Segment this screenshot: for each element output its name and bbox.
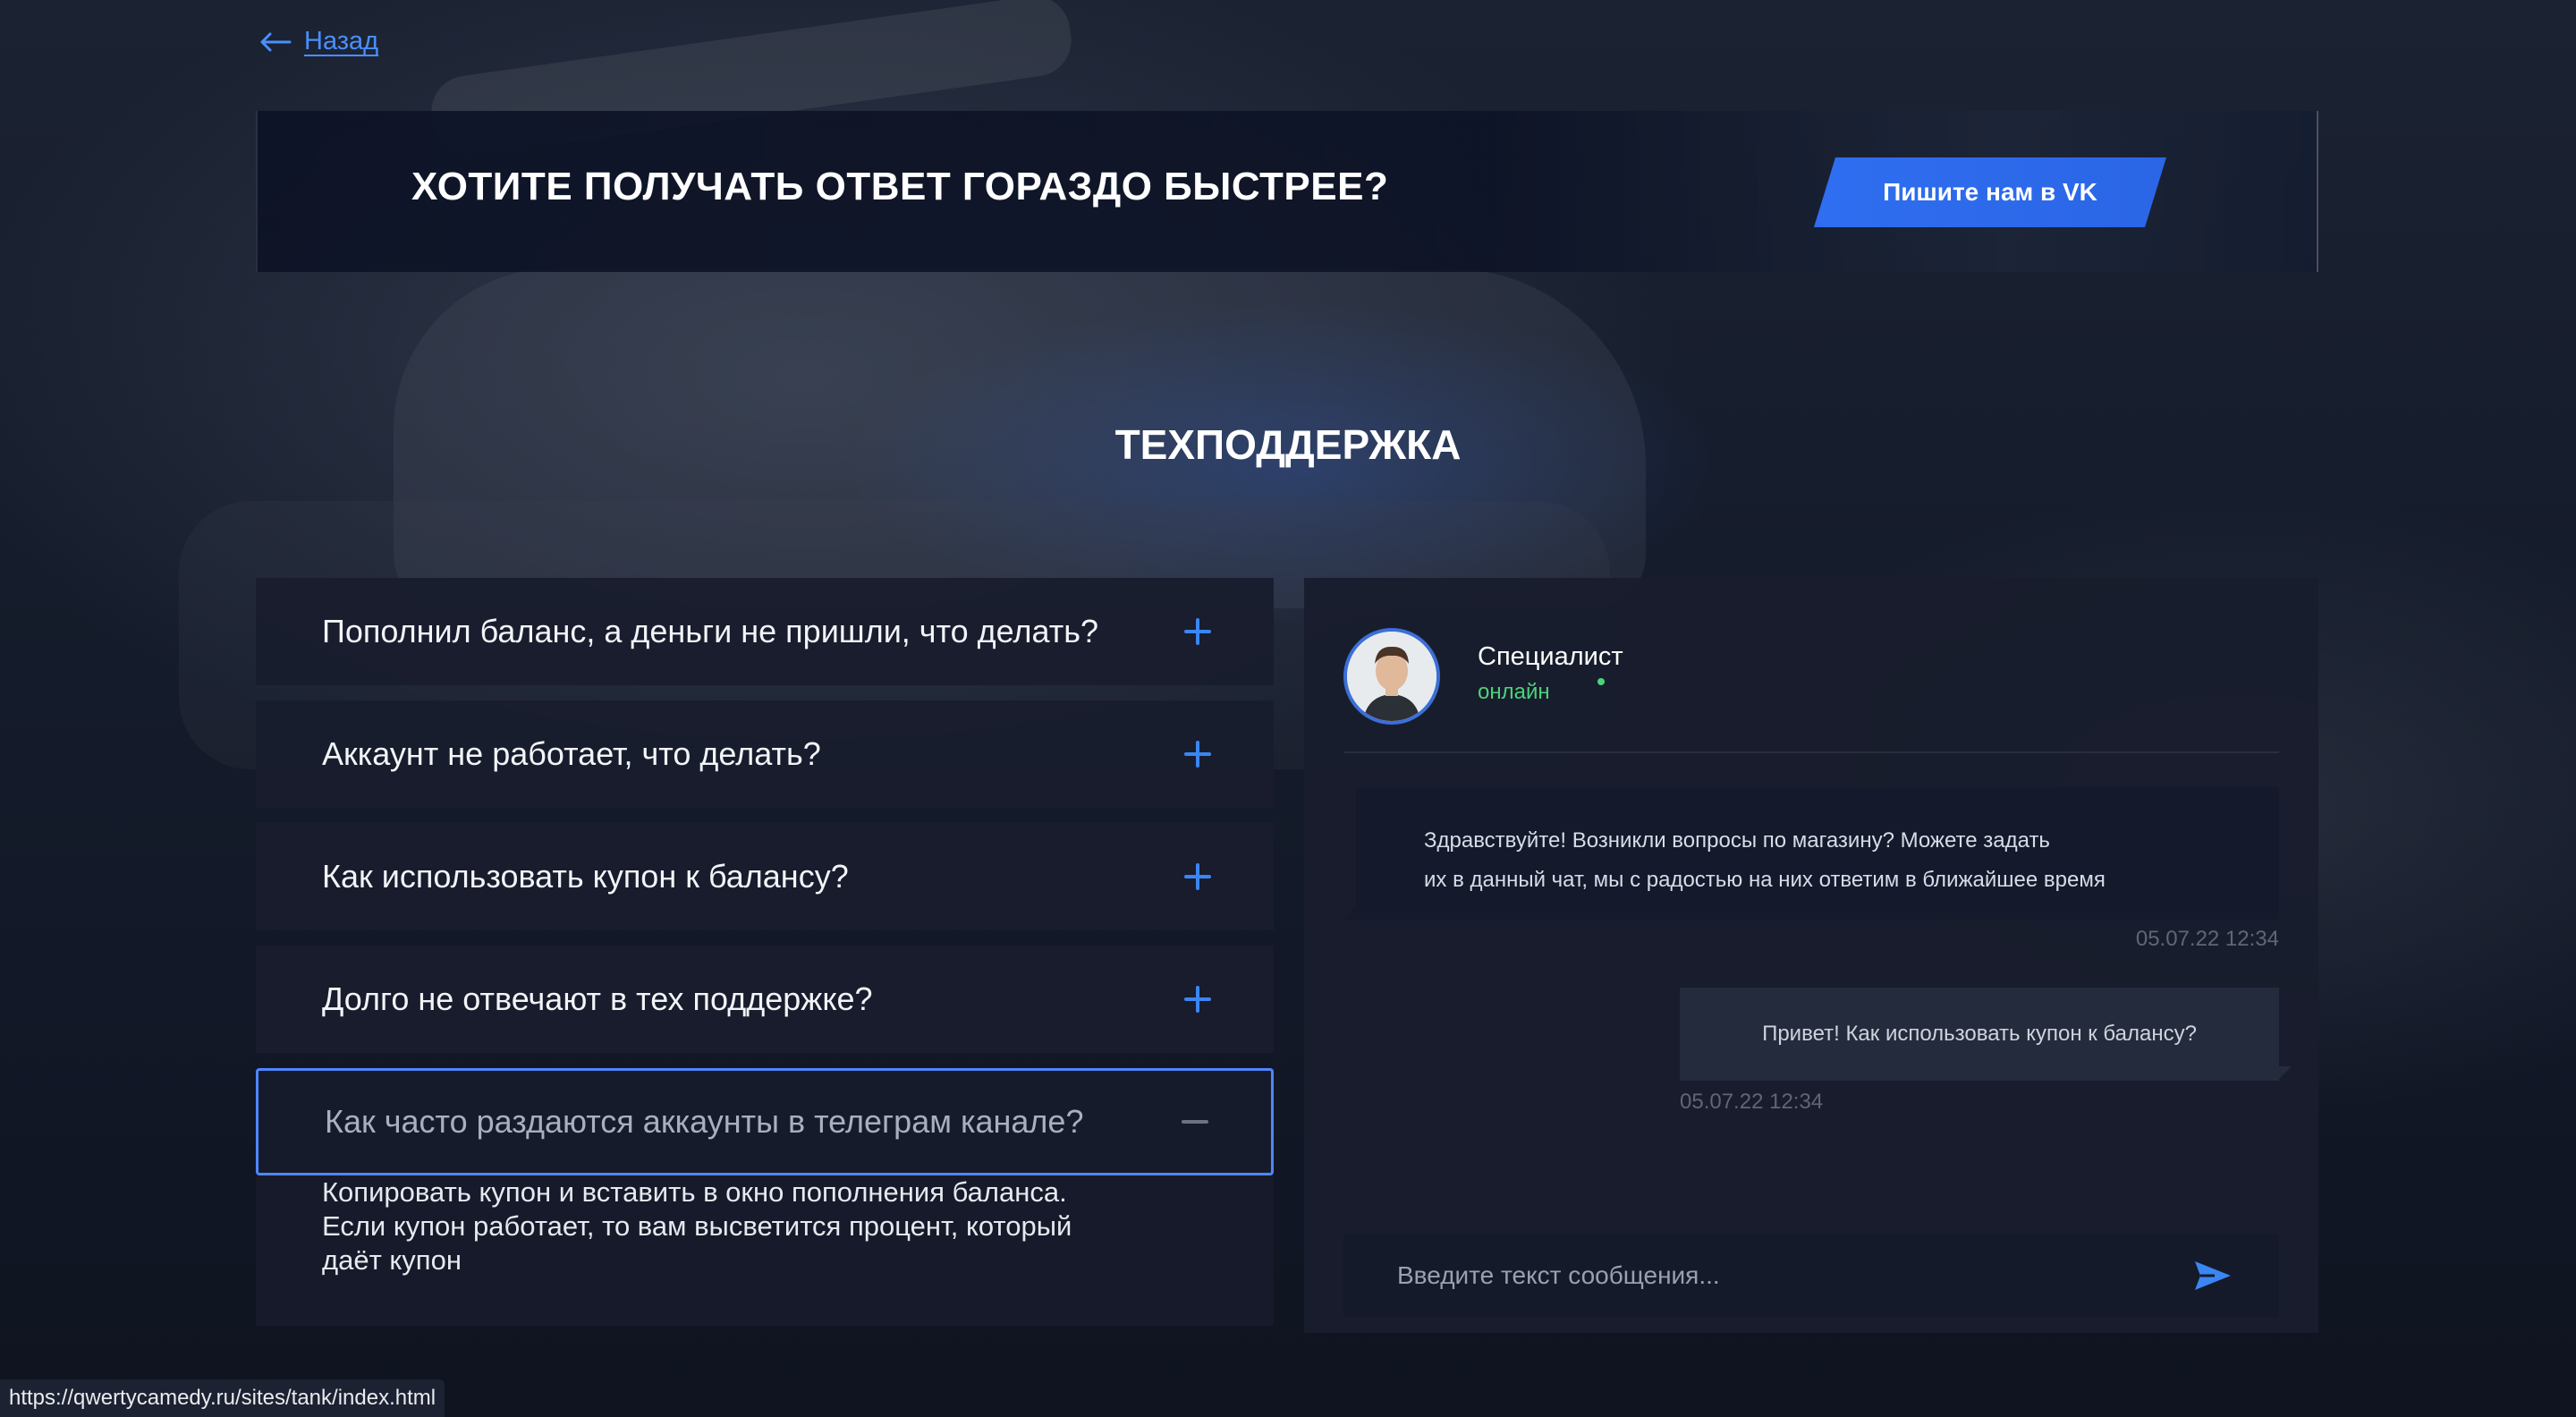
agent-name: Специалист bbox=[1478, 642, 1623, 671]
plus-icon[interactable] bbox=[1184, 618, 1211, 645]
write-vk-button[interactable]: Пишите нам в VK bbox=[1814, 157, 2166, 227]
back-link-label: Назад bbox=[304, 27, 379, 55]
plus-icon[interactable] bbox=[1184, 986, 1211, 1013]
message-timestamp: 05.07.22 12:34 bbox=[1680, 1090, 1824, 1114]
faq-item[interactable]: Как использовать купон к балансу? bbox=[256, 823, 1274, 930]
plus-icon[interactable] bbox=[1184, 863, 1211, 890]
faq-answer-text: Копировать купон и вставить в окно попол… bbox=[322, 1176, 1072, 1276]
minus-icon[interactable] bbox=[1182, 1108, 1208, 1135]
message-text-line: их в данный чат, мы с радостью на них от… bbox=[1424, 868, 2106, 892]
message-outgoing: Привет! Как использовать купон к балансу… bbox=[1680, 988, 2279, 1081]
message-incoming: Здравствуйте! Возникли вопросы по магази… bbox=[1343, 787, 2279, 920]
faq-list: Пополнил баланс, а деньги не пришли, что… bbox=[256, 578, 1274, 1326]
faq-item[interactable]: Пополнил баланс, а деньги не пришли, что… bbox=[256, 578, 1274, 685]
faq-question: Как часто раздаются аккаунты в телеграм … bbox=[325, 1103, 1084, 1140]
message-input[interactable] bbox=[1397, 1249, 2193, 1302]
faq-item-expanded[interactable]: Как часто раздаются аккаунты в телеграм … bbox=[256, 1068, 1274, 1175]
plus-icon[interactable] bbox=[1184, 741, 1211, 768]
online-indicator bbox=[1597, 678, 1605, 685]
page-title: ТЕХПОДДЕРЖКА bbox=[1114, 421, 1462, 468]
agent-portrait-icon bbox=[1347, 632, 1436, 721]
faq-item[interactable]: Долго не отвечают в тех поддержке? bbox=[256, 946, 1274, 1053]
message-text-line: Здравствуйте! Возникли вопросы по магази… bbox=[1424, 828, 2050, 853]
support-chat: Специалист онлайн Здравствуйте! Возникли… bbox=[1304, 578, 2318, 1333]
faq-question: Аккаунт не работает, что делать? bbox=[322, 735, 821, 772]
faq-question: Долго не отвечают в тех поддержке? bbox=[322, 980, 873, 1017]
message-text: Привет! Как использовать купон к балансу… bbox=[1762, 1022, 2197, 1046]
back-link[interactable]: Назад bbox=[259, 27, 378, 56]
banner-title: ХОТИТЕ ПОЛУЧАТЬ ОТВЕТ ГОРАЗДО БЫСТРЕЕ? bbox=[411, 165, 1389, 208]
message-composer bbox=[1343, 1235, 2279, 1317]
avatar bbox=[1343, 628, 1440, 725]
faq-question: Пополнил баланс, а деньги не пришли, что… bbox=[322, 613, 1099, 649]
faq-item[interactable]: Аккаунт не работает, что делать? bbox=[256, 700, 1274, 808]
arrow-left-icon bbox=[260, 32, 292, 51]
chat-header: Специалист онлайн bbox=[1343, 628, 2279, 753]
status-bar-url: https://qwertycamedy.ru/sites/tank/index… bbox=[0, 1379, 445, 1417]
message-timestamp: 05.07.22 12:34 bbox=[2135, 927, 2279, 951]
faq-question: Как использовать купон к балансу? bbox=[322, 858, 849, 895]
promo-banner: ХОТИТЕ ПОЛУЧАТЬ ОТВЕТ ГОРАЗДО БЫСТРЕЕ? П… bbox=[256, 111, 2318, 272]
faq-answer: Копировать купон и вставить в окно попол… bbox=[256, 1175, 1274, 1326]
agent-status: онлайн bbox=[1478, 680, 1550, 704]
send-icon[interactable] bbox=[2193, 1260, 2233, 1292]
